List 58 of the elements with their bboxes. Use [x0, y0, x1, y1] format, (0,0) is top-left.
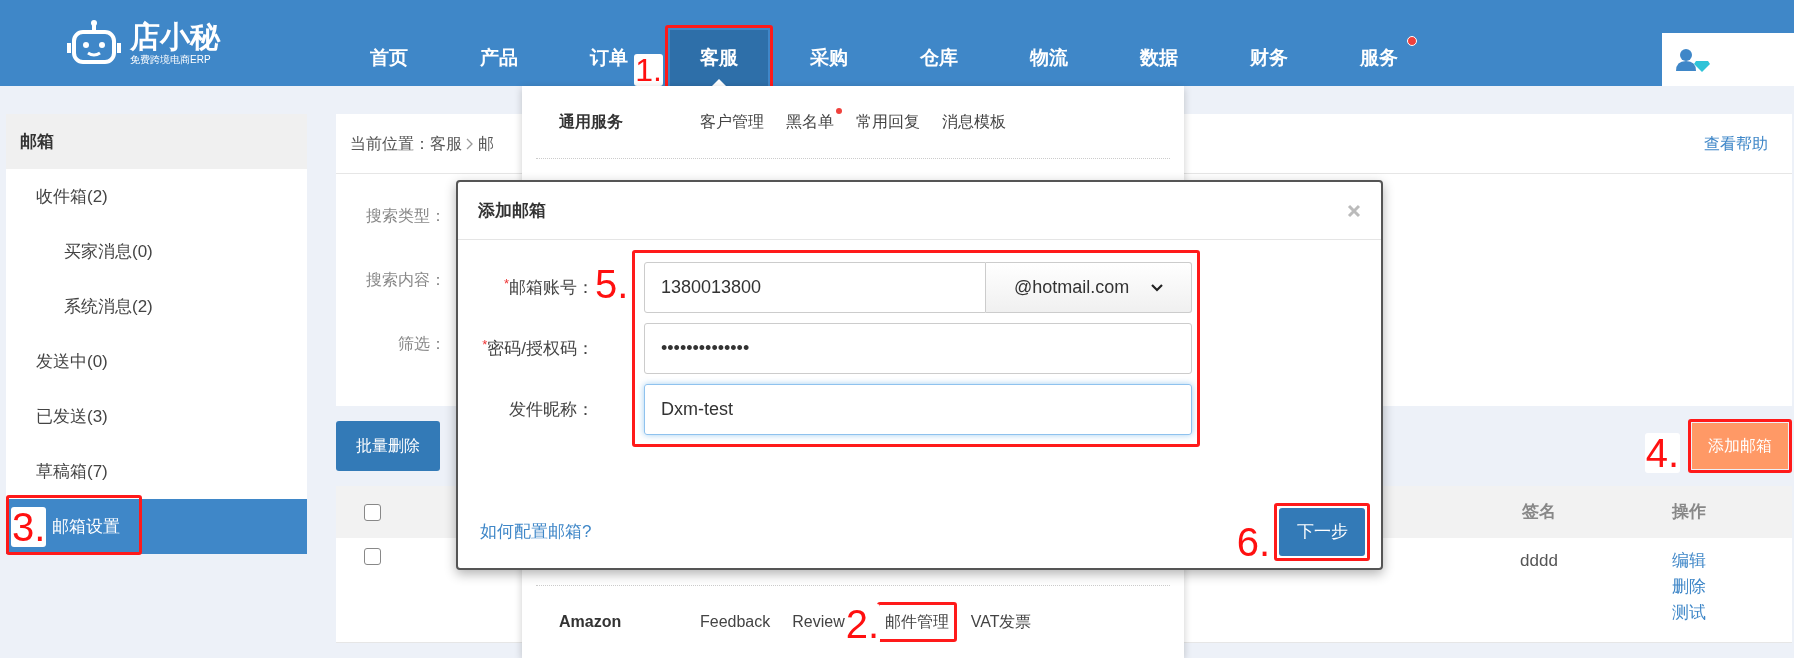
field-label: *密码/授权码：: [481, 336, 594, 360]
step-number: 1.: [634, 54, 663, 86]
step-number: 3.: [11, 507, 47, 547]
menu-item[interactable]: 黑名单: [786, 113, 834, 130]
search-label: 搜索类型：: [365, 206, 446, 226]
chevron-right-icon: [466, 137, 474, 150]
dialog-title: 添加邮箱: [478, 199, 546, 222]
menu-group-title: 通用服务: [559, 112, 624, 132]
nav-tab[interactable]: 首页: [361, 30, 417, 86]
menu-item[interactable]: 常用回复: [856, 113, 920, 130]
step-number: 2.: [844, 604, 881, 644]
action-link[interactable]: 测试: [1672, 600, 1706, 626]
nav-tab[interactable]: 产品: [471, 30, 527, 86]
nav-tab[interactable]: 财务: [1241, 30, 1297, 86]
nav-tab[interactable]: 采购: [801, 30, 857, 86]
robot-logo-icon: [66, 19, 122, 67]
menu-group-title: Amazon: [559, 612, 623, 632]
checkbox[interactable]: [364, 503, 381, 521]
user-icon: [1676, 47, 1710, 72]
logo-tagline: 免费跨境电商ERP: [130, 54, 211, 66]
field-label: *邮箱账号：: [502, 275, 594, 299]
action-link[interactable]: 删除: [1672, 574, 1706, 600]
help-link[interactable]: 查看帮助: [1704, 131, 1768, 156]
nav-tab[interactable]: 仓库: [911, 30, 967, 86]
breadcrumb-text: 当前位置：: [350, 133, 430, 154]
search-label: 搜索内容：: [365, 270, 446, 290]
column-header: 签名: [1521, 501, 1557, 524]
nickname-field[interactable]: Dxm-test: [644, 384, 1192, 435]
nav-tab[interactable]: 数据: [1131, 30, 1187, 86]
table-cell-text: dddd: [1519, 550, 1559, 572]
breadcrumb-link[interactable]: 邮: [478, 131, 494, 156]
action-link[interactable]: 编辑: [1672, 548, 1706, 574]
step-number: 4.: [1644, 433, 1680, 473]
search-label: 筛选：: [397, 334, 446, 354]
chevron-down-icon: [1151, 283, 1163, 292]
bulk-delete-button[interactable]: 批量删除: [336, 421, 440, 471]
breadcrumb-link[interactable]: 客服: [430, 131, 462, 156]
next-button[interactable]: 下一步: [1279, 508, 1365, 556]
menu-item[interactable]: Review: [792, 613, 845, 630]
menu-item[interactable]: Feedback: [700, 613, 771, 630]
logo-name: 店小秘: [130, 20, 220, 54]
menu-item[interactable]: 邮件管理: [884, 613, 949, 630]
column-header: 操作: [1670, 501, 1707, 524]
sidebar-header: 邮箱: [6, 114, 307, 169]
nav-tab[interactable]: 订单: [581, 30, 637, 86]
nav-tab[interactable]: 服务: [1351, 30, 1407, 86]
checkbox[interactable]: [364, 548, 381, 565]
menu-item[interactable]: 消息模板: [942, 113, 1006, 130]
nav-tab[interactable]: 客服: [670, 30, 768, 86]
menu-item[interactable]: VAT发票: [970, 613, 1032, 630]
email-field[interactable]: 1380013800: [644, 262, 986, 313]
field-label: 发件昵称：: [508, 398, 594, 421]
menu-item[interactable]: 客户管理: [700, 113, 764, 130]
password-field[interactable]: ••••••••••••••: [644, 323, 1192, 374]
close-icon[interactable]: [1347, 203, 1361, 218]
help-link[interactable]: 如何配置邮箱?: [480, 519, 592, 545]
domain-select[interactable]: @hotmail.com: [986, 262, 1192, 313]
nav-tab[interactable]: 物流: [1021, 30, 1077, 86]
